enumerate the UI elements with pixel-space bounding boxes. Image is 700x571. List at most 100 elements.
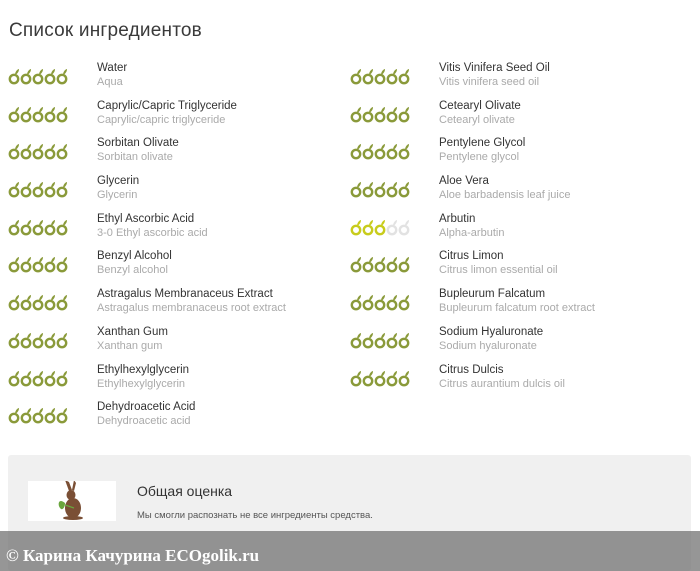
- rating-drop-icon: [20, 332, 32, 349]
- ingredient-name: Water: [97, 62, 128, 74]
- ingredient-inci: 3-0 Ethyl ascorbic acid: [97, 226, 208, 239]
- rating-drop-icon: [374, 144, 386, 160]
- rating-drop-icon: [398, 257, 410, 273]
- safety-rating: [8, 106, 70, 123]
- rating-drop-icon: [8, 106, 20, 123]
- rating-drop-icon: [398, 106, 410, 123]
- ingredient-row: Vitis Vinifera Seed Oil Vitis vinifera se…: [350, 61, 690, 99]
- rating-drop-icon: [20, 295, 32, 311]
- ingredient-row: Arbutin Alpha-arbutin: [350, 212, 690, 250]
- ingredient-name: Aloe Vera: [439, 175, 489, 188]
- rating-drop-icon: [32, 370, 44, 386]
- rating-drop-icon: [350, 370, 362, 386]
- safety-rating: [8, 256, 70, 273]
- ingredient-row: Sorbitan Olivate Sorbitan olivate: [8, 136, 348, 174]
- ingredient-row: Xanthan Gum Xanthan gum: [8, 325, 348, 363]
- rating-drop-icon: [20, 106, 32, 123]
- rating-drop-icon: [386, 106, 398, 123]
- rating-drop-icon: [56, 408, 68, 424]
- ingredient-inci: Alpha-arbutin: [439, 226, 505, 239]
- rating-drop-icon: [44, 408, 56, 424]
- rating-drop-icon: [8, 219, 20, 236]
- rating-drop-icon: [56, 332, 68, 349]
- ingredient-name: Ethyl Ascorbic Acid: [97, 212, 195, 225]
- page-title: Список ингредиентов: [9, 20, 202, 41]
- ingredient-row: Ethylhexylglycerin Ethylhexylglycerin: [8, 363, 348, 401]
- rating-drop-icon: [20, 219, 32, 236]
- rating-drop-icon: [44, 182, 56, 198]
- ingredient-row: Citrus Dulcis Citrus aurantium dulcis oil: [350, 363, 690, 401]
- ingredient-row: Dehydroacetic Acid Dehydroacetic acid: [8, 400, 348, 438]
- rating-drop-icon: [386, 219, 398, 236]
- rating-drop-icon: [398, 182, 410, 198]
- rating-drop-icon: [362, 370, 374, 386]
- rating-drop-icon: [56, 182, 68, 198]
- rating-drop-icon: [350, 257, 362, 273]
- rating-drop-icon: [20, 144, 32, 160]
- safety-rating: [8, 143, 70, 160]
- rating-drop-icon: [386, 182, 398, 198]
- ingredient-inci: Sodium hyaluronate: [439, 339, 537, 352]
- rating-drop-icon: [20, 370, 32, 386]
- ingredient-row: Water Aqua: [8, 61, 348, 99]
- ingredient-name: Astragalus Membranaceus Extract: [97, 288, 273, 301]
- rating-drop-icon: [350, 69, 362, 85]
- rating-drop-icon: [374, 69, 386, 85]
- ingredient-inci: Cetearyl olivate: [439, 113, 515, 126]
- ingredient-name: Benzyl Alcohol: [97, 250, 172, 263]
- rating-drop-icon: [374, 370, 386, 386]
- ingredient-inci: Dehydroacetic acid: [97, 415, 191, 428]
- ingredient-inci: Caprylic/capric triglyceride: [97, 113, 226, 126]
- ingredient-inci: Vitis vinifera seed oil: [439, 76, 540, 88]
- rating-drop-icon: [350, 332, 362, 349]
- rating-drop-icon: [56, 370, 68, 386]
- ingredient-name: Arbutin: [439, 212, 476, 225]
- ingredient-name: Glycerin: [97, 175, 140, 188]
- rating-drop-icon: [362, 332, 374, 349]
- ingredient-inci: Benzyl alcohol: [97, 264, 168, 277]
- safety-rating: [8, 407, 70, 424]
- rating-drop-icon: [56, 257, 68, 273]
- ingredient-inci: Glycerin: [97, 189, 138, 202]
- rating-drop-icon: [374, 332, 386, 349]
- rating-drop-icon: [8, 332, 20, 349]
- rating-drop-icon: [32, 408, 44, 424]
- rating-drop-icon: [362, 219, 374, 236]
- safety-rating: [8, 370, 70, 386]
- rating-drop-icon: [350, 295, 362, 311]
- rating-drop-icon: [44, 370, 56, 386]
- rating-drop-icon: [398, 332, 410, 349]
- rating-drop-icon: [44, 106, 56, 123]
- ingredient-name: Dehydroacetic Acid: [97, 401, 196, 414]
- rating-drop-icon: [398, 69, 410, 85]
- ingredient-name: Vitis Vinifera Seed Oil: [439, 62, 550, 74]
- rating-drop-icon: [8, 370, 20, 386]
- rating-drop-icon: [20, 408, 32, 424]
- safety-rating: [8, 219, 70, 236]
- safety-rating: [350, 332, 412, 349]
- rating-drop-icon: [362, 106, 374, 123]
- rating-drop-icon: [8, 295, 20, 311]
- ingredient-row: Bupleurum Falcatum Bupleurum falcatum roo…: [350, 287, 690, 325]
- rating-drop-icon: [398, 144, 410, 160]
- safety-rating: [350, 219, 412, 236]
- ingredient-name: Caprylic/Capric Triglyceride: [97, 99, 237, 112]
- rating-drop-icon: [8, 144, 20, 160]
- safety-rating: [8, 181, 70, 198]
- ingredient-row: Ethyl Ascorbic Acid 3-0 Ethyl ascorbic ac…: [8, 212, 348, 250]
- ingredient-name: Citrus Limon: [439, 250, 504, 263]
- rating-drop-icon: [350, 182, 362, 198]
- ingredient-name: Ethylhexylglycerin: [97, 363, 190, 376]
- rating-drop-icon: [8, 408, 20, 424]
- summary-note: Мы смогли распознать не все ингредиенты …: [137, 510, 373, 521]
- rating-drop-icon: [20, 69, 32, 85]
- rating-drop-icon: [56, 144, 68, 160]
- safety-rating: [350, 181, 412, 198]
- ingredient-inci: Sorbitan olivate: [97, 151, 173, 164]
- safety-rating: [8, 294, 70, 311]
- rating-drop-icon: [362, 69, 374, 85]
- ingredient-row: Caprylic/Capric Triglyceride Caprylic/cap…: [8, 99, 348, 137]
- rating-drop-icon: [386, 332, 398, 349]
- rating-drop-icon: [362, 182, 374, 198]
- ingredient-name: Citrus Dulcis: [439, 363, 504, 376]
